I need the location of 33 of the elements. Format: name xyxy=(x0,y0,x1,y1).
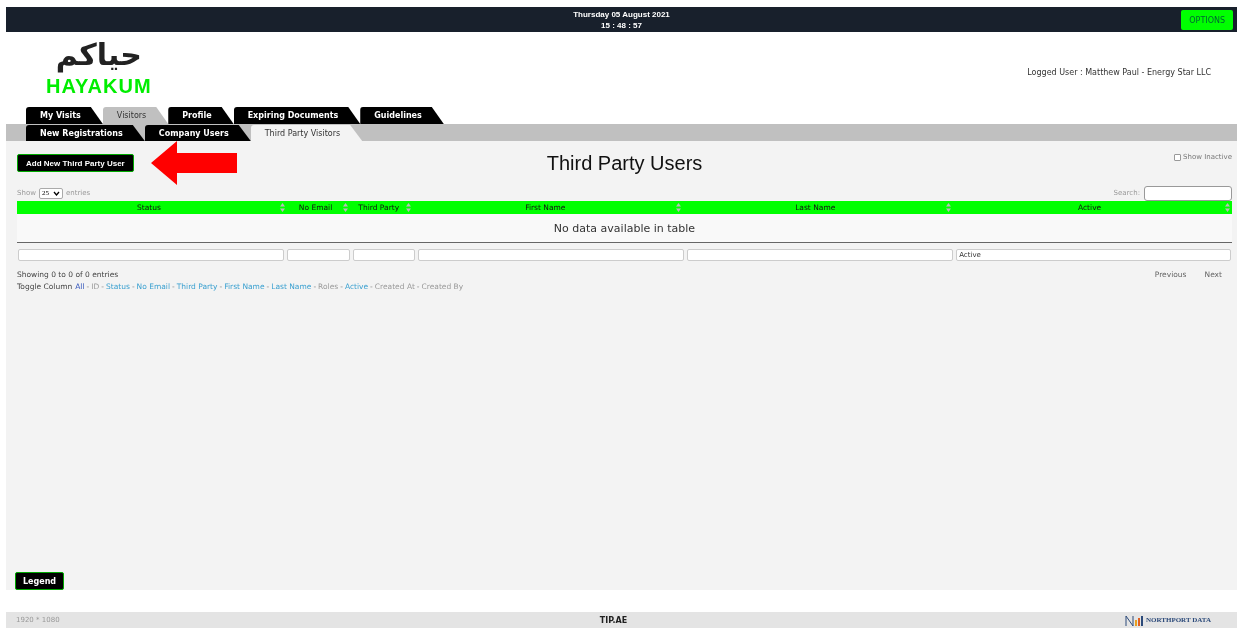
site-name: TIP.AE xyxy=(599,615,628,625)
filter-field[interactable] xyxy=(352,249,415,261)
filter-field[interactable] xyxy=(287,249,350,261)
nav-tab[interactable]: Visitors xyxy=(102,107,169,124)
search-field[interactable] xyxy=(1144,185,1232,201)
nav-tab[interactable]: Expiring Documents xyxy=(233,107,361,124)
sort-icon xyxy=(343,203,349,212)
empty-message: No data available in table xyxy=(17,214,1232,243)
legend-button[interactable]: Legend xyxy=(15,572,65,590)
chevron-icon xyxy=(52,190,60,196)
sort-icon xyxy=(946,203,952,212)
filter-field[interactable] xyxy=(417,249,685,261)
sort-icon xyxy=(406,203,412,212)
sort-icon xyxy=(1225,203,1230,212)
sort-icon xyxy=(676,203,682,212)
filter-field[interactable] xyxy=(687,249,954,261)
nav-tab[interactable]: Guidelines xyxy=(360,107,444,124)
sort-icon xyxy=(279,203,285,212)
nav-tab[interactable]: My Visits xyxy=(26,107,103,124)
logo-arabic: حياكم xyxy=(55,36,142,75)
logo-text: HAYAKUM xyxy=(46,76,152,96)
date-time: Thursday 05 August 2021 15 : 48 : 57 xyxy=(573,8,670,31)
arrow-icon xyxy=(150,141,237,185)
nav-tab[interactable]: Profile xyxy=(168,107,234,124)
page-title: Third Party Users xyxy=(546,151,703,175)
logo-icon xyxy=(1124,614,1143,626)
subtab[interactable]: Third Party Visitors xyxy=(250,125,363,141)
options-button[interactable]: OPTIONS xyxy=(1181,10,1233,30)
filter-field[interactable] xyxy=(18,249,285,261)
subtab[interactable]: Company Users xyxy=(144,125,251,141)
add-user-button[interactable]: Add New Third Party User xyxy=(17,154,134,172)
subtab[interactable]: New Registrations xyxy=(26,125,145,141)
logged-user: Logged User : Matthew Paul - Energy Star LLC xyxy=(1027,68,1211,79)
